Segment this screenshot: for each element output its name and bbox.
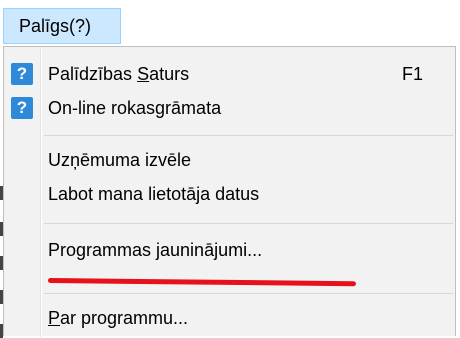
menu-item-company-select[interactable]: Uzņēmuma izvēle [6, 143, 453, 177]
menu-separator [44, 135, 453, 136]
menu-item-help-contents[interactable]: ? Palīdzības Saturs F1 [6, 57, 453, 91]
menu-separator [44, 223, 453, 224]
menu-item-shortcut: F1 [402, 64, 424, 84]
menu-item-label: Programmas jauninājumi... [48, 240, 263, 260]
help-icon: ? [11, 63, 33, 85]
menu-item-label: Palīdzības Saturs [48, 64, 190, 84]
annotation-red-underline [47, 278, 357, 287]
help-menu[interactable]: Palīgs(?) [3, 8, 121, 44]
menu-bar: Palīgs(?) [0, 0, 460, 46]
menu-item-label: On-line rokasgrāmata [48, 98, 222, 118]
help-dropdown-menu: ? Palīdzības Saturs F1 ? On-line rokasgr… [3, 46, 456, 337]
menu-item-program-updates[interactable]: Programmas jauninājumi... [6, 233, 453, 267]
menu-separator [44, 293, 453, 294]
help-icon: ? [11, 97, 33, 119]
menu-item-edit-user-data[interactable]: Labot mana lietotāja datus [6, 177, 453, 211]
menu-item-label: Labot mana lietotāja datus [48, 184, 260, 204]
menu-item-label: Uzņēmuma izvēle [48, 150, 192, 170]
menu-item-about[interactable]: Par programmu... [6, 301, 453, 335]
menu-item-online-manual[interactable]: ? On-line rokasgrāmata [6, 91, 453, 125]
menu-item-label: Par programmu... [48, 308, 189, 328]
